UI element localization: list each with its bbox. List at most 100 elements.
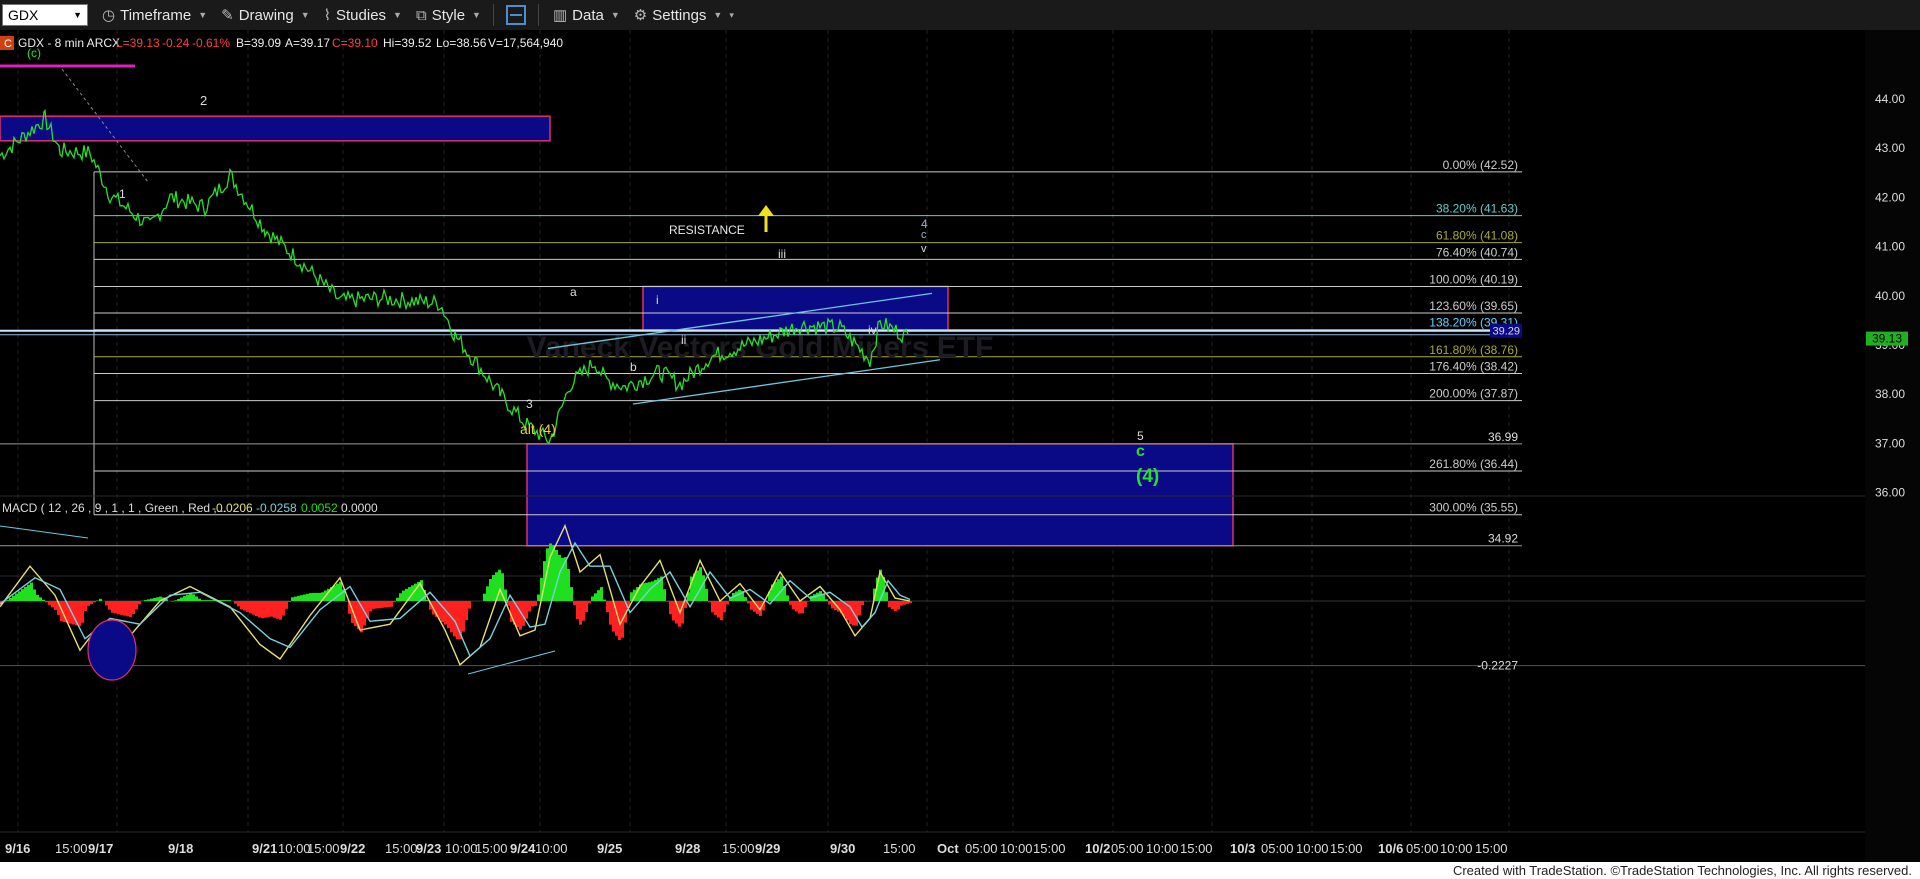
time-tick-label: 9/22 bbox=[340, 841, 365, 856]
macd-histogram-bar bbox=[900, 601, 903, 606]
macd-histogram-bar bbox=[399, 593, 402, 601]
chevron-down-icon: ▼ bbox=[393, 10, 402, 20]
time-tick-label: 9/21 bbox=[252, 841, 277, 856]
macd-histogram-bar bbox=[582, 601, 585, 621]
macd-histogram-bar bbox=[249, 601, 252, 614]
fib-label: 123.60% (39.65) bbox=[1429, 299, 1518, 313]
macd-histogram-bar bbox=[534, 601, 537, 606]
macd-value: -0.0206 bbox=[212, 501, 253, 515]
chevron-down-icon: ▼ bbox=[198, 10, 208, 20]
macd-histogram-bar bbox=[897, 601, 900, 610]
wave-label: 1 bbox=[119, 187, 126, 201]
macd-histogram-bar bbox=[795, 601, 798, 612]
fib-label: 200.00% (37.87) bbox=[1429, 387, 1518, 401]
price-tick-label: 43.00 bbox=[1875, 141, 1905, 155]
macd-histogram-bar bbox=[297, 595, 300, 601]
wave-label: ii bbox=[681, 333, 686, 347]
macd-histogram-bar bbox=[708, 601, 711, 603]
fib-label: 300.00% (35.55) bbox=[1429, 501, 1518, 515]
macd-histogram-bar bbox=[12, 595, 15, 601]
wave-label: a bbox=[570, 285, 577, 299]
expand-icon: ▾ bbox=[729, 9, 734, 20]
macd-title: MACD ( 12 , 26 , 9 , 1 , 1 , Green , Red… bbox=[2, 501, 227, 515]
drawing-menu[interactable]: ✎ Drawing ▼ bbox=[221, 6, 310, 25]
macd-histogram-bar bbox=[666, 601, 669, 602]
price-chart[interactable]: 0.00% (42.52) 38.20% (41.63) 61.80% (41.08… bbox=[0, 30, 1920, 862]
wave-label: iii bbox=[778, 247, 786, 261]
macd-histogram-bar bbox=[369, 601, 372, 612]
macd-histogram-bar bbox=[207, 600, 210, 601]
macd-histogram-bar bbox=[744, 597, 747, 601]
macd-histogram-bar bbox=[147, 599, 150, 601]
wave-label: alt (4) bbox=[520, 421, 556, 437]
macd-histogram-bar bbox=[531, 601, 534, 607]
macd-histogram-bar bbox=[804, 601, 807, 608]
wave-label: i bbox=[656, 293, 659, 307]
macd-histogram-bar bbox=[150, 598, 153, 601]
macd-histogram-bar bbox=[393, 601, 396, 603]
macd-histogram-bar bbox=[123, 601, 126, 616]
macd-histogram-bar bbox=[573, 601, 576, 606]
macd-histogram-bar bbox=[888, 601, 891, 608]
highlight-circle bbox=[87, 619, 137, 681]
macd-histogram-bar bbox=[777, 579, 780, 601]
time-tick-label: 10:00 bbox=[278, 841, 311, 856]
macd-histogram-bar bbox=[603, 599, 606, 601]
macd-histogram-bar bbox=[30, 582, 33, 601]
price-tick-label: 42.00 bbox=[1875, 190, 1905, 204]
macd-histogram-bar bbox=[828, 601, 831, 605]
style-menu[interactable]: ⧉ Style ▼ bbox=[416, 7, 481, 24]
macd-histogram-bar bbox=[138, 601, 141, 605]
macd-histogram-bar bbox=[114, 601, 117, 614]
data-menu[interactable]: ▥ Data ▼ bbox=[553, 6, 620, 25]
price-tick-label: 41.00 bbox=[1875, 240, 1905, 254]
macd-histogram-bar bbox=[720, 601, 723, 621]
macd-histogram-bar bbox=[444, 601, 447, 625]
macd-histogram-bar bbox=[93, 601, 96, 603]
macd-histogram-bar bbox=[33, 589, 36, 601]
macd-histogram-bar bbox=[318, 592, 321, 601]
macd-histogram-bar bbox=[42, 599, 45, 601]
fib-label: 38.20% (41.63) bbox=[1436, 202, 1518, 216]
price-tick-label: 38.00 bbox=[1875, 387, 1905, 401]
macd-histogram-bar bbox=[90, 601, 93, 605]
chevron-down-icon: ▼ bbox=[713, 10, 723, 20]
macd-histogram-bar bbox=[225, 600, 228, 601]
macd-histogram-bar bbox=[591, 596, 594, 601]
resistance-zone bbox=[642, 285, 949, 332]
studies-menu[interactable]: ⌇ Studies ▼ bbox=[324, 6, 402, 25]
macd-histogram-bar bbox=[78, 601, 81, 627]
macd-histogram-bar bbox=[798, 601, 801, 614]
price-tick-label: 40.00 bbox=[1875, 289, 1905, 303]
time-tick-label: 15:00 bbox=[55, 841, 88, 856]
price-tick-label: 36.00 bbox=[1875, 486, 1905, 500]
macd-histogram-bar bbox=[111, 601, 114, 613]
macd-histogram-bar bbox=[294, 596, 297, 601]
macd-histogram-bar bbox=[270, 601, 273, 617]
macd-histogram-bar bbox=[279, 601, 282, 620]
macd-histogram-bar bbox=[81, 601, 84, 623]
fib-label: 76.40% (40.74) bbox=[1436, 245, 1518, 259]
wave-label: b bbox=[630, 360, 637, 374]
layout-icon[interactable] bbox=[505, 5, 526, 25]
header-field: -0.24 bbox=[162, 36, 190, 50]
price-tick-label: 44.00 bbox=[1875, 92, 1905, 106]
macd-histogram-bar bbox=[189, 593, 192, 601]
timeframe-menu[interactable]: ◷ Timeframe ▼ bbox=[102, 6, 208, 25]
macd-histogram-bar bbox=[120, 601, 123, 615]
symbol-selector[interactable]: GDX ▼ bbox=[2, 4, 88, 26]
settings-menu[interactable]: ⚙ Settings ▼ ▾ bbox=[634, 6, 734, 25]
macd-histogram-bar bbox=[858, 601, 861, 616]
drawing-label: Drawing bbox=[238, 6, 294, 24]
time-tick-label: 9/29 bbox=[755, 841, 780, 856]
macd-histogram-bar bbox=[519, 601, 522, 630]
macd-histogram-bar bbox=[489, 579, 492, 601]
macd-histogram-bar bbox=[894, 601, 897, 612]
macd-histogram-bar bbox=[891, 601, 894, 610]
macd-histogram-bar bbox=[525, 601, 528, 619]
macd-histogram-bar bbox=[234, 601, 237, 604]
macd-histogram-bar bbox=[396, 597, 399, 601]
macd-histogram-bar bbox=[738, 589, 741, 601]
macd-histogram-bar bbox=[606, 601, 609, 613]
macd-histogram-bar bbox=[198, 598, 201, 601]
